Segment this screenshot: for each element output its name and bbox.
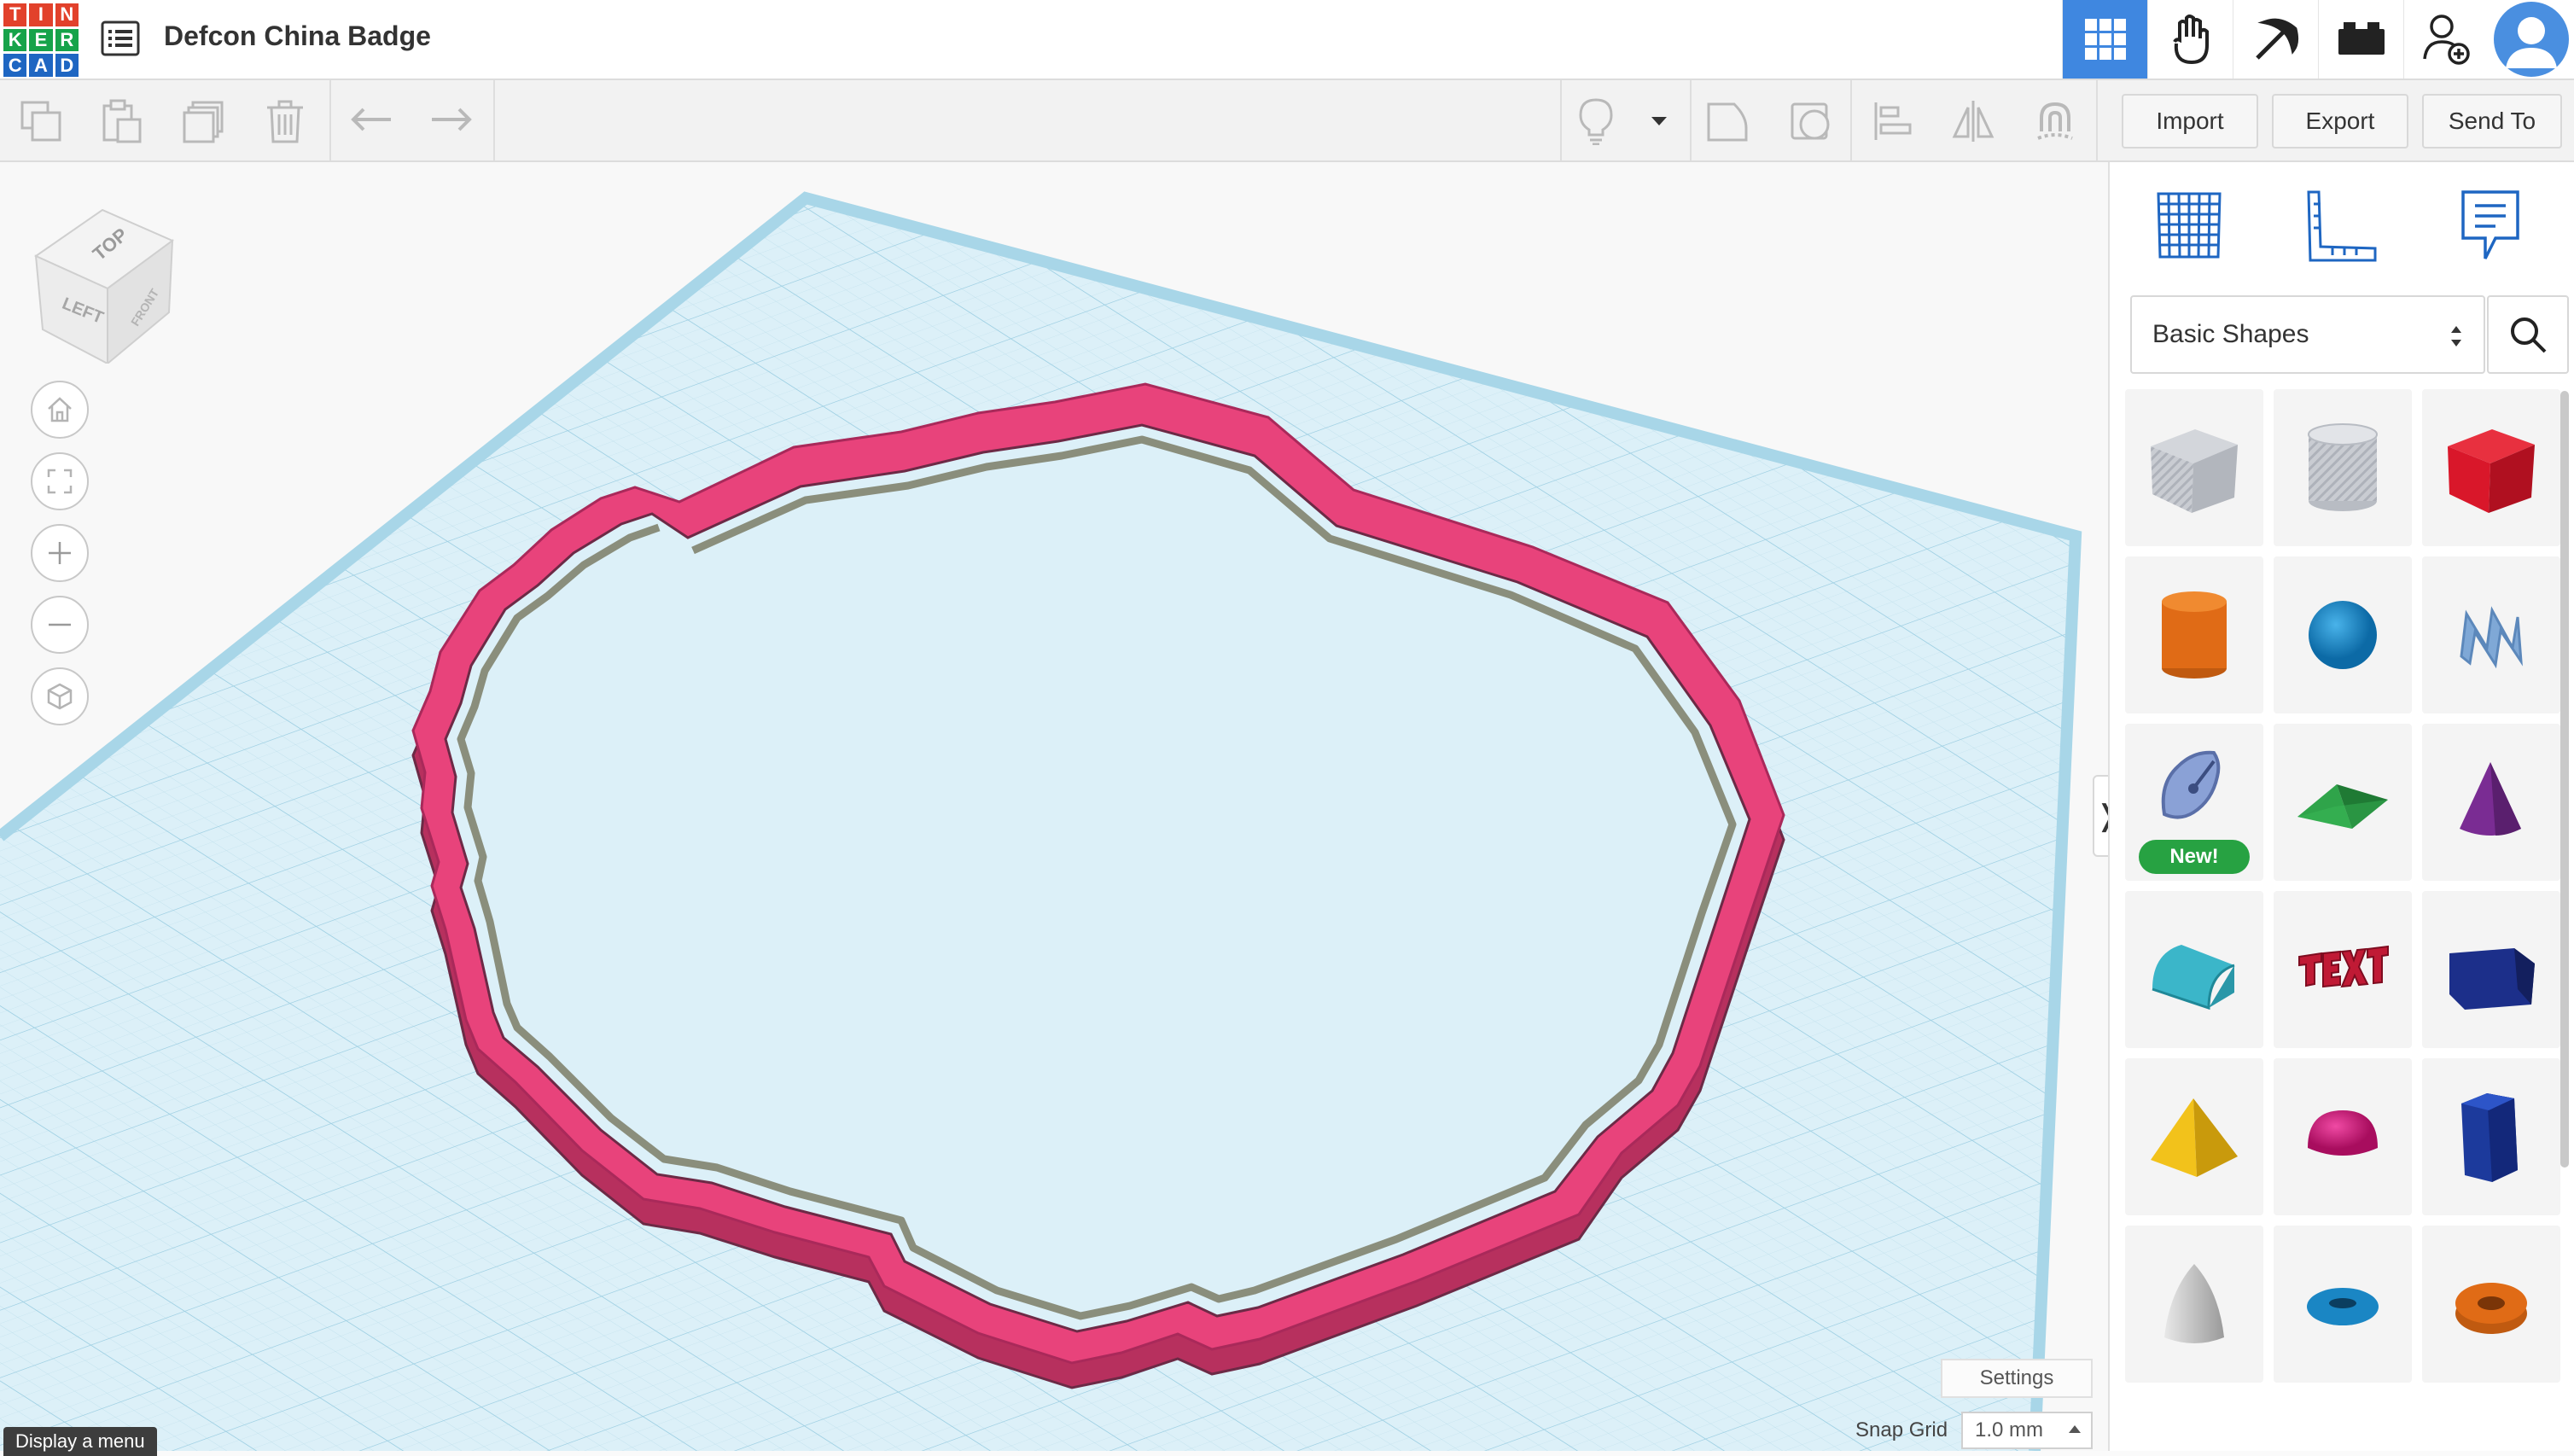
export-button[interactable]: Export: [2272, 94, 2408, 149]
snap-grid-value: 1.0 mm: [1975, 1418, 2044, 1441]
shape-polygon[interactable]: [2422, 1058, 2560, 1215]
snap-grid-label: Snap Grid: [1855, 1418, 1948, 1441]
undo-icon[interactable]: [348, 97, 396, 145]
fit-view-icon: [47, 469, 73, 494]
pickaxe-icon[interactable]: [2233, 0, 2318, 79]
duplicate-icon[interactable]: [179, 97, 227, 145]
align-icon[interactable]: [1869, 97, 1917, 145]
magnet-icon[interactable]: [2031, 97, 2079, 145]
send-to-button[interactable]: Send To: [2422, 94, 2562, 149]
zoom-in-icon: [49, 542, 71, 564]
shape-box-hole[interactable]: [2125, 389, 2263, 546]
shape-wedge[interactable]: [2422, 891, 2560, 1048]
light-bulb-icon[interactable]: [1572, 97, 1620, 145]
copy-icon[interactable]: [17, 97, 65, 145]
user-avatar-icon[interactable]: [2489, 0, 2574, 79]
shape-category-select[interactable]: Basic Shapes: [2130, 295, 2485, 374]
panel-scrollbar[interactable]: [2560, 391, 2569, 1168]
search-icon: [2511, 317, 2547, 353]
logo-letter: E: [29, 28, 53, 52]
shape-cone[interactable]: [2422, 724, 2560, 881]
logo-letter: K: [3, 28, 27, 52]
group-shape-icon[interactable]: [1787, 97, 1835, 145]
home-view-button[interactable]: [31, 381, 89, 439]
mirror-icon[interactable]: [1949, 97, 1997, 145]
shape-cylinder[interactable]: [2125, 556, 2263, 713]
notes-icon[interactable]: [2449, 184, 2531, 266]
shape-paraboloid[interactable]: [2125, 1226, 2263, 1383]
shape-category-label: Basic Shapes: [2152, 320, 2309, 348]
logo-letter: D: [55, 54, 79, 77]
export-toolbar: Import Export Send To: [2108, 80, 2574, 162]
add-user-icon[interactable]: [2403, 0, 2489, 79]
workplane-canvas[interactable]: [0, 162, 2108, 1451]
logo-letter: T: [3, 3, 27, 26]
fit-view-button[interactable]: [31, 452, 89, 510]
redo-icon[interactable]: [427, 97, 475, 145]
zoom-out-button[interactable]: [31, 596, 89, 654]
workplane-grid-icon[interactable]: [2147, 184, 2229, 266]
import-button[interactable]: Import: [2122, 94, 2258, 149]
settings-button[interactable]: Settings: [1941, 1359, 2093, 1398]
paste-icon[interactable]: [97, 97, 145, 145]
logo-letter: A: [29, 54, 53, 77]
delete-icon[interactable]: [261, 97, 309, 145]
logo-letter: I: [29, 3, 53, 26]
shape-pyramid[interactable]: [2125, 1058, 2263, 1215]
logo-letter: C: [3, 54, 27, 77]
tinker-hand-icon[interactable]: [2147, 0, 2233, 79]
dropdown-arrow-icon[interactable]: [1635, 97, 1683, 145]
design-title[interactable]: Defcon China Badge: [164, 20, 431, 52]
tinkercad-logo[interactable]: T I N K E R C A D: [3, 3, 79, 77]
snap-grid-select[interactable]: 1.0 mm: [1961, 1412, 2093, 1449]
shape-half-sphere[interactable]: [2274, 1058, 2412, 1215]
updown-chevron-icon: [2451, 326, 2461, 347]
shape-scribble[interactable]: [2422, 556, 2560, 713]
shape-sphere[interactable]: [2274, 556, 2412, 713]
shape-roof[interactable]: [2274, 724, 2412, 881]
logo-letter: N: [55, 3, 79, 26]
shape-cylinder-hole[interactable]: [2274, 389, 2412, 546]
shape-generator[interactable]: New!: [2125, 724, 2263, 881]
shape-torus[interactable]: [2274, 1226, 2412, 1383]
logo-letter: R: [55, 28, 79, 52]
display-menu-tooltip: Display a menu: [3, 1427, 157, 1456]
view-cube[interactable]: TOP LEFT FRONT: [26, 193, 179, 366]
shape-tube[interactable]: [2422, 1226, 2560, 1383]
edit-toolbar: [0, 80, 2108, 162]
panel-collapse-tab[interactable]: ❭: [2093, 775, 2108, 857]
shape-text[interactable]: [2274, 891, 2412, 1048]
perspective-button[interactable]: [31, 667, 89, 725]
zoom-out-icon: [49, 623, 71, 626]
grid-view-icon[interactable]: [2062, 0, 2147, 79]
shape-round-roof[interactable]: [2125, 891, 2263, 1048]
zoom-in-button[interactable]: [31, 524, 89, 582]
shape-box[interactable]: [2422, 389, 2560, 546]
design-list-icon[interactable]: [101, 20, 140, 56]
perspective-icon: [47, 683, 73, 710]
workplane-viewport[interactable]: TOP LEFT FRONT ❭: [0, 162, 2108, 1451]
ruler-icon[interactable]: [2299, 184, 2381, 266]
bricks-icon[interactable]: [2318, 0, 2403, 79]
new-badge: New!: [2139, 840, 2250, 874]
home-icon: [48, 397, 72, 422]
top-header: T I N K E R C A D Defcon China Badge: [0, 0, 2574, 80]
caret-up-icon: [2069, 1425, 2081, 1433]
shape-search-button[interactable]: [2487, 295, 2569, 374]
shapes-panel: Basic Shapes New!: [2108, 162, 2574, 1451]
note-icon[interactable]: [1703, 97, 1751, 145]
